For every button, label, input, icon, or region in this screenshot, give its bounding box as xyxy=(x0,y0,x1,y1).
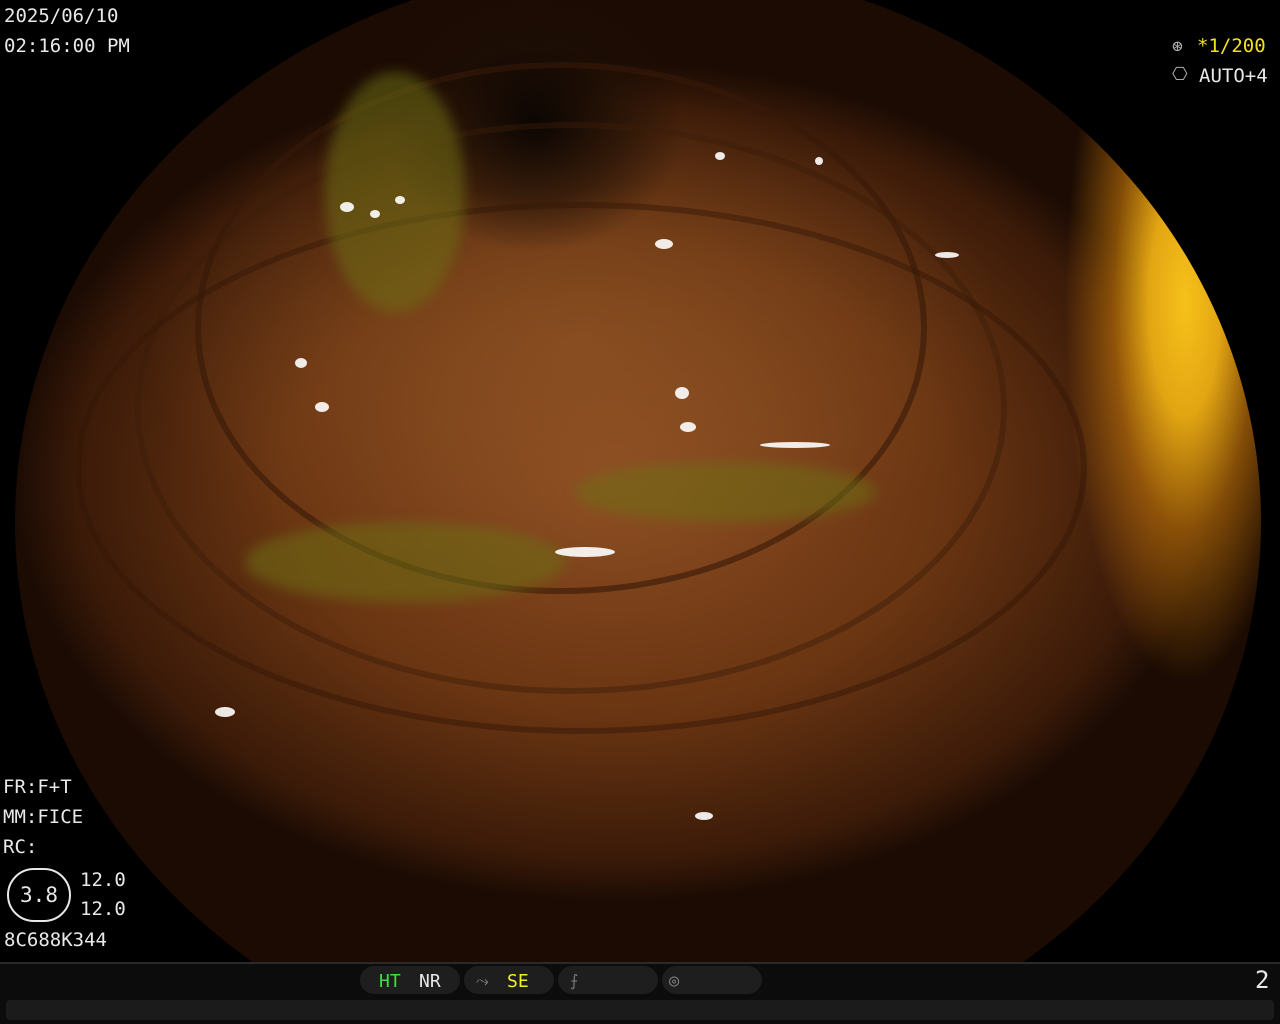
fr-label: FR:F+T xyxy=(3,776,72,798)
rc-label: RC: xyxy=(3,836,38,858)
nr-indicator: NR xyxy=(419,971,441,992)
ht-indicator: HT xyxy=(379,971,401,992)
serial-label: 8C688K344 xyxy=(4,929,107,951)
circle-value: 3.8 xyxy=(20,883,58,907)
value-bottom: 12.0 xyxy=(80,898,126,920)
iris-icon: ⎔ xyxy=(1172,64,1188,85)
shutter-label: *1/200 xyxy=(1197,35,1266,57)
date-label: 2025/06/10 xyxy=(4,5,119,27)
ht-nr-group xyxy=(360,966,460,994)
shutter-icon: ⊛ xyxy=(1172,36,1183,57)
status-bar-lower-strip xyxy=(6,1000,1274,1020)
se-indicator: SE xyxy=(507,971,529,992)
structure-enhance-icon: ⤳ xyxy=(476,971,489,990)
circle-value-badge: 3.8 xyxy=(7,868,71,922)
flat-curve-icon: ⨍ xyxy=(570,971,579,990)
mm-label: MM:FICE xyxy=(3,806,84,828)
gauge-icon: ◎ xyxy=(669,971,680,991)
endoscope-image xyxy=(15,0,1261,982)
iris-label: AUTO+4 xyxy=(1199,65,1268,87)
value-top: 12.0 xyxy=(80,869,126,891)
page-number: 2 xyxy=(1255,966,1270,994)
time-label: 02:16:00 PM xyxy=(4,35,130,57)
